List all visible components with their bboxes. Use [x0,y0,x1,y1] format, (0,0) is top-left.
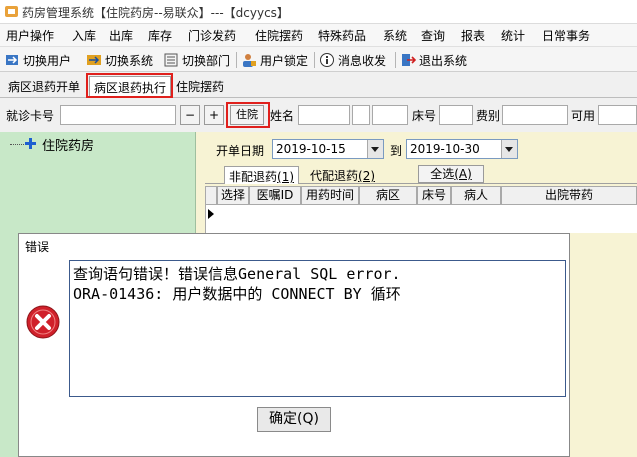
from-date-picker[interactable]: 2019-10-15 [272,139,384,159]
tab-inpatient-dispense[interactable]: 住院摆药 [172,76,228,96]
age-input[interactable] [372,105,408,125]
row-indicator-icon [208,209,214,219]
toolbar-separator [395,52,396,68]
menu-report[interactable]: 报表 [461,27,485,44]
toolbar: 切换用户 切换系统 切换部门 用户锁定 消息收发 退出系统 [0,46,637,72]
menu-bar: 用户操作 入库 出库 库存 门诊发药 住院摆药 特殊药品 系统 查询 报表 统计… [0,24,637,46]
menu-outbound[interactable]: 出库 [109,27,133,44]
grid-col-ward[interactable]: 病区 [359,186,417,205]
error-message-box[interactable]: 查询语句错误！错误信息General SQL error. ORA-01436:… [69,260,566,397]
exit-icon [402,54,416,66]
grid-indicator-head [205,186,217,205]
tree-root-inpatient-pharmacy[interactable]: 住院药房 [42,135,94,154]
card-number-input[interactable] [60,105,176,125]
tab-non-delivery-label: 非配退药 [229,170,278,184]
card-number-label: 就诊卡号 [6,109,55,123]
name-label: 姓名 [270,109,295,123]
messages-label: 消息收发 [338,53,387,68]
gender-input[interactable] [352,105,370,125]
grid-col-patient[interactable]: 病人 [451,186,501,205]
toolbar-separator [314,52,315,68]
grid-col-med-time[interactable]: 用药时间 [301,186,359,205]
lock-user-label: 用户锁定 [260,53,309,68]
switch-dept-button[interactable]: 切换部门 [163,51,230,69]
select-all-key: (A) [454,167,472,181]
menu-special[interactable]: 特殊药品 [318,27,366,44]
menu-query[interactable]: 查询 [421,27,445,44]
menu-inbound[interactable]: 入库 [72,27,96,44]
chevron-down-icon[interactable] [367,140,383,158]
grid-col-discharge[interactable]: 出院带药 [501,186,637,205]
dialog-title: 错误 [25,240,50,254]
plus-button[interactable]: + [204,105,224,125]
info-icon [320,53,334,67]
grid-col-select[interactable]: 选择 [217,186,249,205]
return-grid-body [205,205,637,233]
user-lock-icon [243,54,256,67]
filter-row: 就诊卡号 − + 住院 姓名 床号 费别 可用 [0,99,637,131]
select-all-button[interactable]: 全选(A) [418,165,484,183]
ok-button[interactable]: 确定(Q) [257,407,331,432]
tab-non-delivery-return[interactable]: 非配退药(1) [224,166,300,184]
switch-user-label: 切换用户 [23,53,72,68]
bed-label: 床号 [412,109,437,123]
app-icon [5,6,18,17]
switch-dept-label: 切换部门 [182,53,231,68]
switch-system-icon [87,55,101,65]
switch-user-icon [6,55,18,65]
chevron-down-icon[interactable] [501,140,517,158]
error-icon [26,305,60,339]
error-dialog: 错误 查询语句错误！错误信息General SQL error. ORA-014… [18,233,570,457]
error-message-line-2: ORA-01436: 用户数据中的 CONNECT BY 循环 [73,285,401,303]
grid-col-order-id[interactable]: 医嘱ID [249,186,301,205]
menu-system[interactable]: 系统 [383,27,407,44]
to-date-value: 2019-10-30 [410,142,480,156]
switch-system-label: 切换系统 [105,53,154,68]
name-input[interactable] [298,105,350,125]
tab-bar: 病区退药开单 病区退药执行 住院摆药 [0,72,637,98]
select-all-label: 全选 [430,167,455,181]
exit-label: 退出系统 [419,53,468,68]
to-date-picker[interactable]: 2019-10-30 [406,139,518,159]
window-title: 药房管理系统【住院药房--易联众】---【dcyycs】 [22,6,289,20]
menu-user-ops[interactable]: 用户操作 [6,27,54,44]
tab-highlight-box [86,73,173,98]
menu-stats[interactable]: 统计 [501,27,525,44]
switch-dept-icon [164,53,178,67]
fee-type-input[interactable] [502,105,568,125]
from-date-value: 2019-10-15 [276,142,346,156]
tab-proxy-key: (2) [358,169,376,183]
menu-outpatient[interactable]: 门诊发药 [188,27,236,44]
grid-col-bed[interactable]: 床号 [417,186,451,205]
tab-proxy-return[interactable]: 代配退药(2) [306,166,379,184]
switch-user-button[interactable]: 切换用户 [4,51,71,69]
menu-daily[interactable]: 日常事务 [542,27,590,44]
lock-user-button[interactable]: 用户锁定 [241,51,308,69]
toolbar-separator [236,52,237,68]
available-input[interactable] [598,105,637,125]
exit-button[interactable]: 退出系统 [400,51,467,69]
error-message-line-1: 查询语句错误！错误信息General SQL error. [73,265,401,283]
order-date-label: 开单日期 [216,144,265,158]
available-label: 可用 [571,109,596,123]
minus-button[interactable]: − [180,105,200,125]
tab-ward-return-order[interactable]: 病区退药开单 [4,76,84,96]
menu-stock[interactable]: 库存 [148,27,172,44]
switch-system-button[interactable]: 切换系统 [86,51,153,69]
tab-proxy-label: 代配退药 [310,169,359,183]
bed-input[interactable] [439,105,473,125]
inpatient-highlight-box [226,102,270,128]
title-bar: 药房管理系统【住院药房--易联众】---【dcyycs】 [0,0,637,24]
fee-type-label: 费别 [476,109,501,123]
menu-inpatient[interactable]: 住院摆药 [255,27,303,44]
tab-non-delivery-key: (1) [277,170,295,184]
to-label: 到 [390,144,403,158]
messages-button[interactable]: 消息收发 [319,51,386,69]
plus-icon[interactable] [24,137,37,150]
